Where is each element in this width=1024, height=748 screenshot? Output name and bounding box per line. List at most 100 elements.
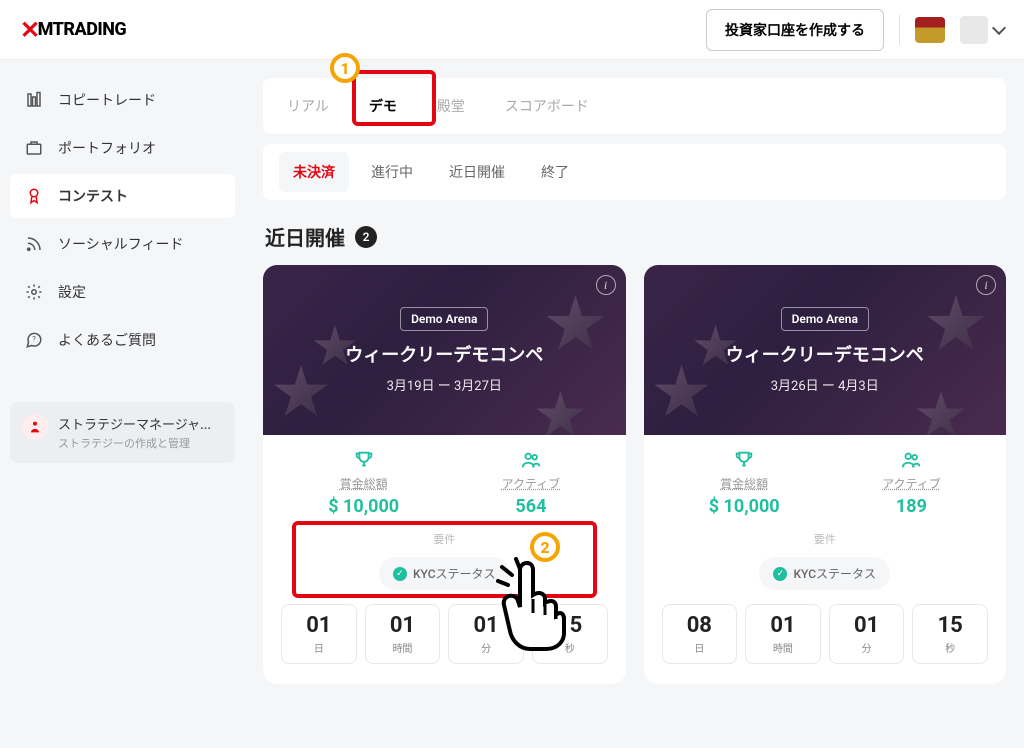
trophy-icon (328, 449, 399, 471)
info-icon[interactable]: i (976, 275, 996, 295)
filter-ended[interactable]: 終了 (527, 152, 583, 192)
arena-badge: Demo Arena (781, 307, 869, 331)
count-badge: 2 (355, 226, 377, 248)
contest-dates: 3月19日 ー 3月27日 (387, 375, 502, 394)
check-icon: ✓ (393, 567, 407, 581)
sidebar-item-label: よくあるご質問 (58, 330, 156, 350)
sidebar-item-label: ソーシャルフィード (58, 234, 183, 254)
sidebar-item-label: ポートフォリオ (58, 138, 156, 158)
copytrade-icon (24, 90, 44, 110)
active-stat: アクティブ 189 (882, 449, 941, 517)
star-icon (654, 365, 710, 421)
countdown-row: 08日 01時間 01分 15秒 (658, 604, 993, 670)
count-days: 08日 (662, 604, 738, 664)
arena-badge: Demo Arena (400, 307, 488, 331)
count-hours: 01時間 (365, 604, 441, 664)
countdown-row: 01日 01時間 01分 15秒 (277, 604, 612, 670)
sidebar-item-label: コピートレード (58, 90, 156, 110)
card-banner: i Demo Arena ウィークリーデモコンペ 3月26日 ー 4月3日 (644, 265, 1007, 435)
chevron-down-icon (992, 20, 1006, 34)
active-label: アクティブ (882, 475, 941, 492)
count-hours: 01時間 (745, 604, 821, 664)
gear-icon (24, 282, 44, 302)
info-icon[interactable]: i (596, 275, 616, 295)
sidebar-item-portfolio[interactable]: ポートフォリオ (10, 126, 235, 170)
header-divider (899, 15, 900, 45)
sidebar: コピートレード ポートフォリオ コンテスト ソーシャルフィード 設定 (0, 60, 245, 748)
contest-card[interactable]: i Demo Arena ウィークリーデモコンペ 3月19日 ー 3月27日 賞… (263, 265, 626, 684)
svg-text:?: ? (32, 335, 36, 344)
star-icon (536, 391, 586, 435)
prize-label: 賞金総額 (709, 475, 780, 492)
requirements-box: 要件 ✓ KYCステータス (678, 531, 973, 590)
card-body: 賞金総額 $ 10,000 アクティブ 189 要件 ✓ (644, 435, 1007, 684)
section-title: 近日開催 2 (265, 222, 1006, 251)
prize-stat: 賞金総額 $ 10,000 (709, 449, 780, 517)
main: リアル デモ 殿堂 スコアボード 未決済 進行中 近日開催 終了 近日開催 2 (245, 60, 1024, 748)
requirements-box: 要件 ✓ KYCステータス (297, 531, 592, 590)
card-banner: i Demo Arena ウィークリーデモコンペ 3月19日 ー 3月27日 (263, 265, 626, 435)
active-value: 189 (882, 496, 941, 517)
active-value: 564 (502, 496, 561, 517)
active-stat: アクティブ 564 (502, 449, 561, 517)
contest-card[interactable]: i Demo Arena ウィークリーデモコンペ 3月26日 ー 4月3日 賞金… (644, 265, 1007, 684)
sidebar-item-contest[interactable]: コンテスト (10, 174, 235, 218)
section-title-text: 近日開催 (265, 222, 345, 251)
users-icon (882, 449, 941, 471)
cards-row: i Demo Arena ウィークリーデモコンペ 3月19日 ー 3月27日 賞… (263, 265, 1006, 684)
count-seconds: 15秒 (912, 604, 988, 664)
tab-demo[interactable]: デモ (369, 78, 397, 134)
filter-upcoming[interactable]: 近日開催 (435, 152, 519, 192)
prize-value: $ 10,000 (328, 496, 399, 517)
kyc-label: KYCステータス (793, 565, 876, 582)
sidebar-item-copytrade[interactable]: コピートレード (10, 78, 235, 122)
logo[interactable]: ✕ MTRADING (20, 16, 126, 44)
kyc-status[interactable]: ✓ KYCステータス (379, 557, 510, 590)
req-label: 要件 (297, 531, 592, 547)
count-days: 01日 (281, 604, 357, 664)
rss-icon (24, 234, 44, 254)
contest-title: ウィークリーデモコンペ (726, 341, 924, 367)
star-icon (926, 295, 986, 355)
treasure-icon[interactable] (915, 17, 945, 43)
contest-dates: 3月26日 ー 4月3日 (771, 375, 879, 394)
strategy-subtitle: ストラテジーの作成と管理 (58, 435, 211, 451)
tab-real[interactable]: リアル (287, 78, 329, 134)
strategy-title: ストラテジーマネージャ... (58, 414, 211, 433)
tab-scoreboard[interactable]: スコアボード (505, 78, 589, 134)
sidebar-item-settings[interactable]: 設定 (10, 270, 235, 314)
strategy-manager-card[interactable]: ストラテジーマネージャ... ストラテジーの作成と管理 (10, 402, 235, 463)
check-icon: ✓ (773, 567, 787, 581)
logo-text: MTRADING (38, 19, 127, 40)
count-seconds: 15秒 (532, 604, 608, 664)
star-icon (916, 391, 966, 435)
trophy-icon (709, 449, 780, 471)
filter-pending[interactable]: 未決済 (279, 152, 349, 192)
avatar (960, 16, 988, 44)
stats-row: 賞金総額 $ 10,000 アクティブ 189 (658, 449, 993, 517)
star-icon (273, 365, 329, 421)
count-minutes: 01分 (448, 604, 524, 664)
filter-ongoing[interactable]: 進行中 (357, 152, 427, 192)
card-body: 賞金総額 $ 10,000 アクティブ 564 要件 ✓ (263, 435, 626, 684)
strategy-person-icon (22, 414, 48, 440)
prize-label: 賞金総額 (328, 475, 399, 492)
tab-hall[interactable]: 殿堂 (437, 78, 465, 134)
user-menu[interactable] (960, 16, 1004, 44)
header-right: 投資家口座を作成する (706, 9, 1004, 51)
contest-title: ウィークリーデモコンペ (345, 341, 543, 367)
prize-value: $ 10,000 (709, 496, 780, 517)
sidebar-item-faq[interactable]: ? よくあるご質問 (10, 318, 235, 362)
sidebar-item-label: コンテスト (58, 186, 128, 206)
sidebar-item-social[interactable]: ソーシャルフィード (10, 222, 235, 266)
header: ✕ MTRADING 投資家口座を作成する (0, 0, 1024, 60)
kyc-status[interactable]: ✓ KYCステータス (759, 557, 890, 590)
count-minutes: 01分 (829, 604, 905, 664)
stats-row: 賞金総額 $ 10,000 アクティブ 564 (277, 449, 612, 517)
tabs-row: リアル デモ 殿堂 スコアボード (263, 78, 1006, 134)
sidebar-item-label: 設定 (58, 282, 86, 302)
req-label: 要件 (678, 531, 973, 547)
prize-stat: 賞金総額 $ 10,000 (328, 449, 399, 517)
active-label: アクティブ (502, 475, 561, 492)
create-account-button[interactable]: 投資家口座を作成する (706, 9, 884, 51)
